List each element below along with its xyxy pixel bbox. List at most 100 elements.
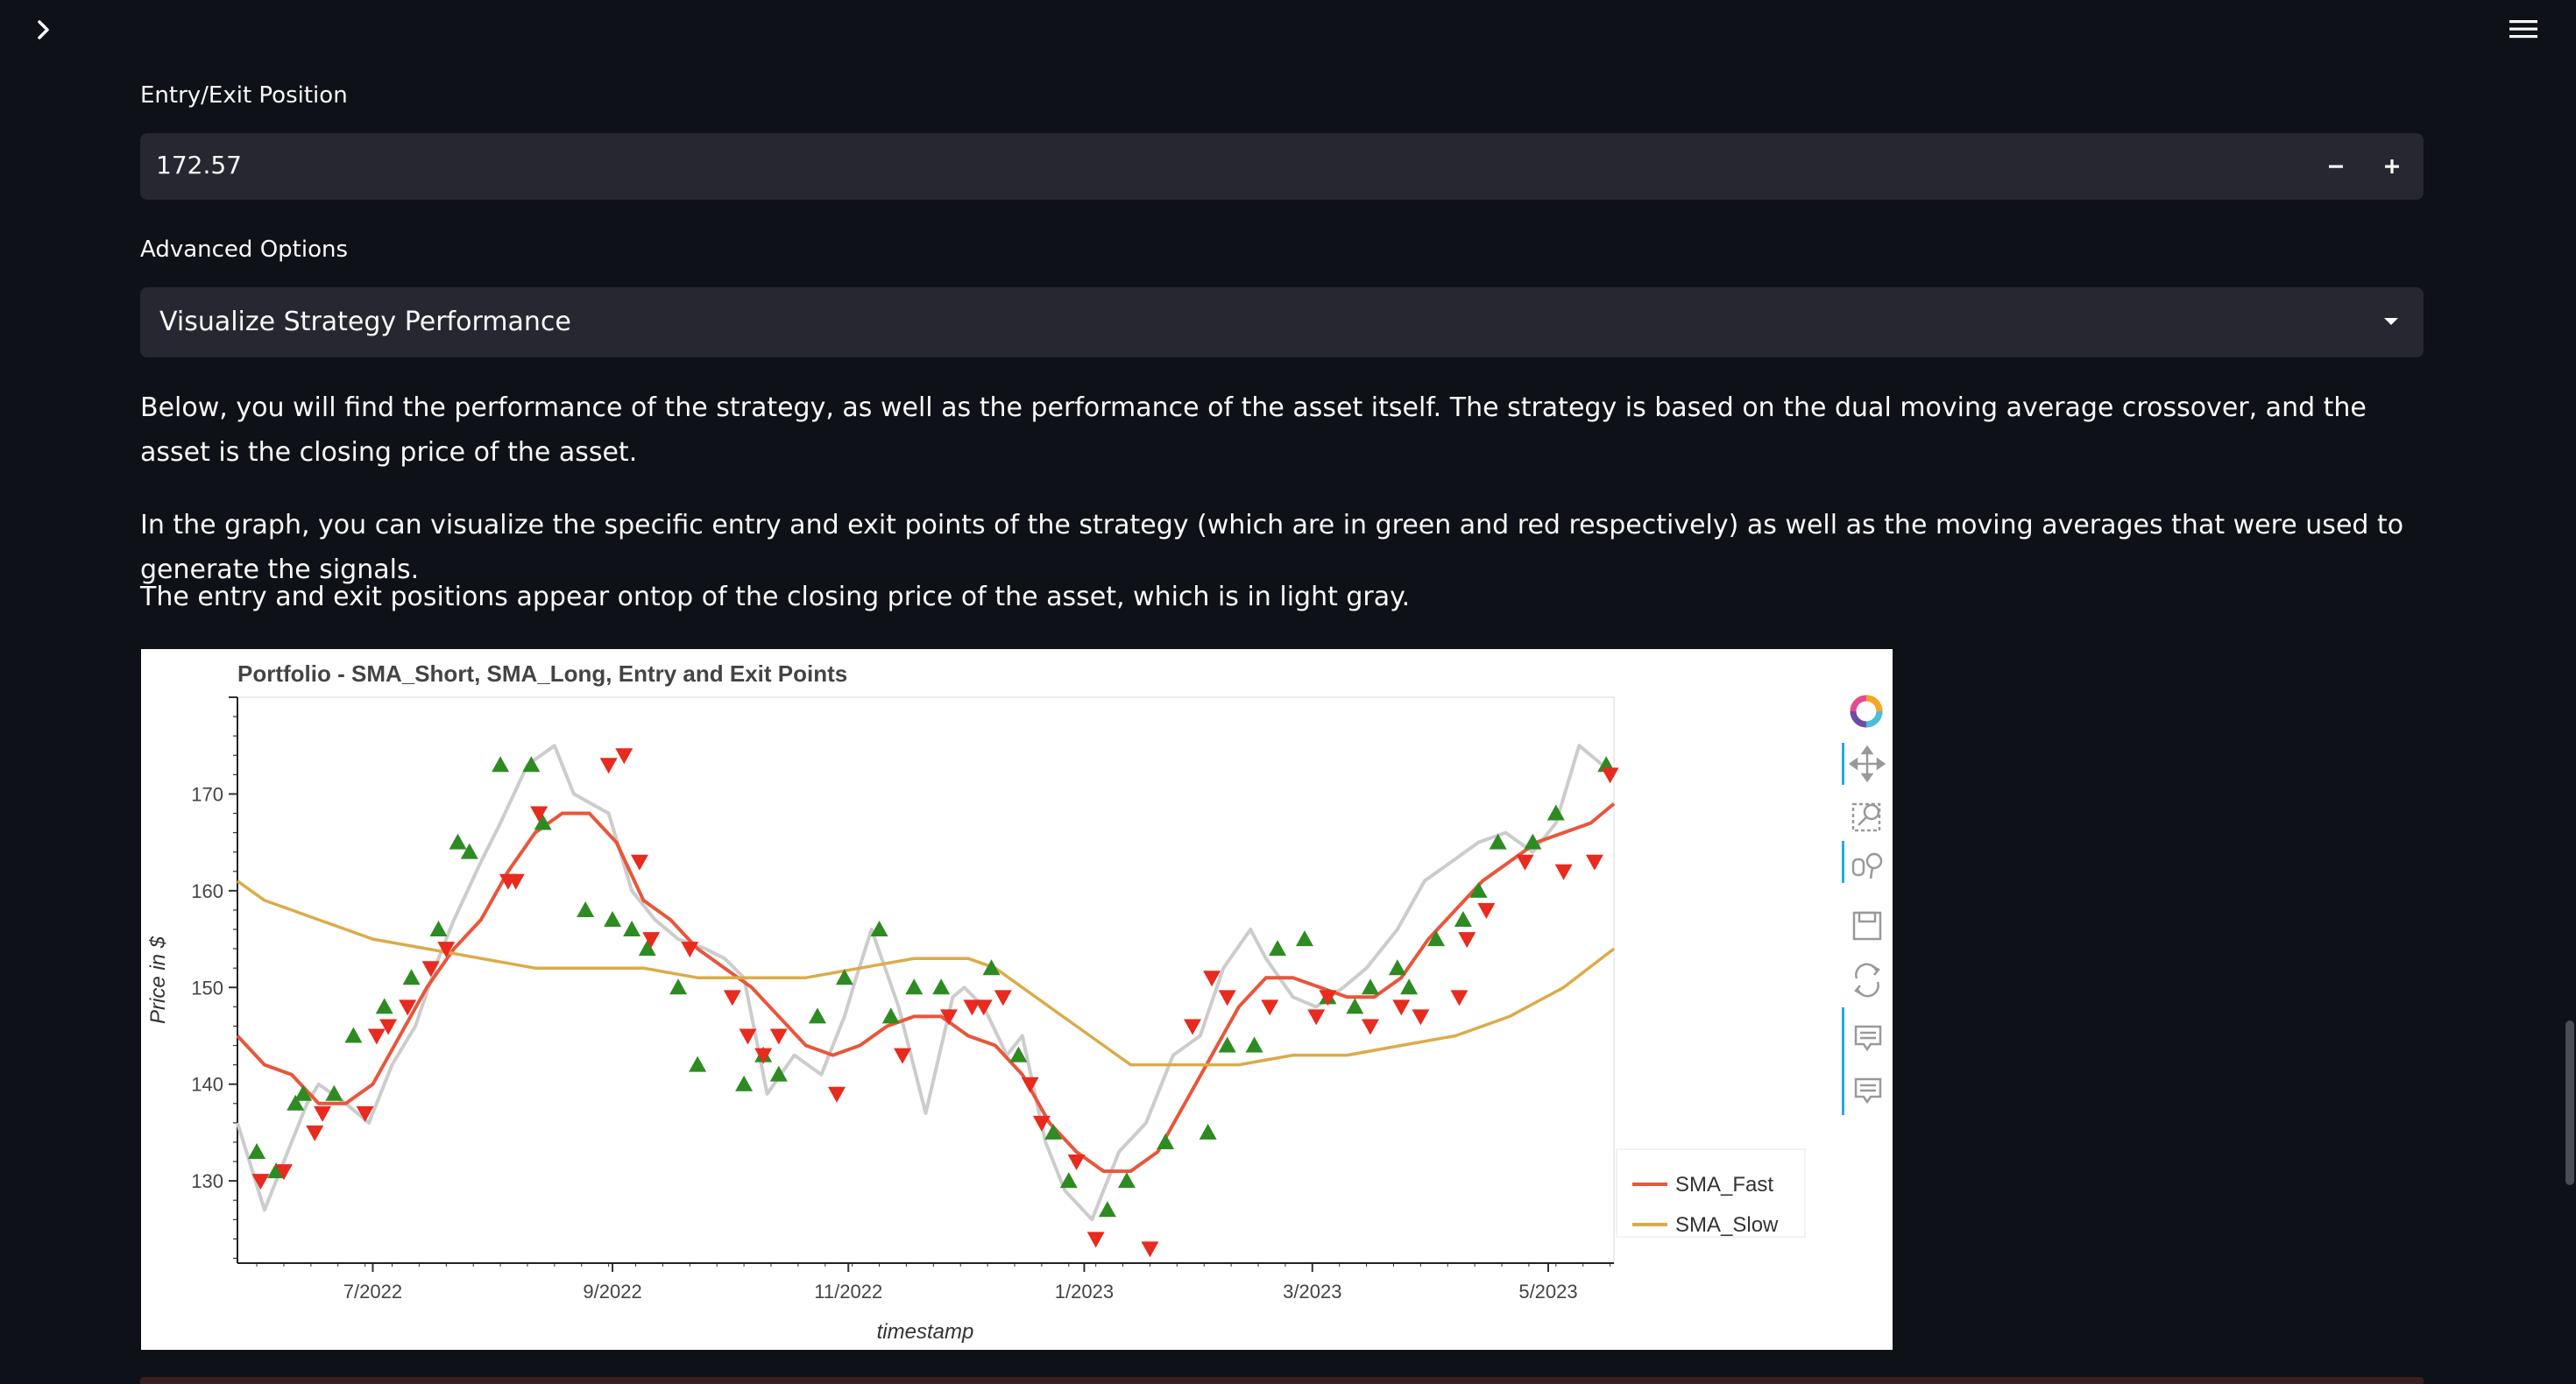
strategy-chart[interactable]: Portfolio - SMA_Short, SMA_Long, Entry a… (141, 649, 1893, 1350)
entry-marker (1098, 1201, 1116, 1218)
exit-marker (1412, 1009, 1430, 1026)
exit-marker (314, 1105, 332, 1122)
exit-marker (994, 990, 1012, 1006)
entry-marker (449, 833, 467, 850)
wheel-zoom-icon[interactable] (1851, 852, 1883, 879)
entry-marker (870, 921, 888, 937)
advanced-options-select[interactable]: Visualize Strategy Performance (140, 287, 2424, 357)
entry-exit-number-input[interactable]: 172.57 (140, 133, 2424, 200)
exit-marker (615, 748, 633, 765)
increment-button[interactable] (2364, 133, 2420, 200)
pan-icon[interactable] (1848, 745, 1886, 783)
y-tick-label: 170 (191, 783, 223, 805)
x-tick-label: 5/2023 (1518, 1281, 1577, 1303)
exit-marker (1450, 990, 1468, 1006)
entry-marker (1059, 1172, 1078, 1189)
exit-marker (599, 758, 618, 774)
exit-marker (1458, 932, 1476, 949)
chevron-down-icon (2384, 318, 2398, 325)
reset-icon[interactable] (1854, 963, 1880, 998)
exit-marker (1585, 854, 1603, 871)
entry-marker (1199, 1123, 1217, 1140)
exit-marker (1021, 1077, 1039, 1093)
exit-marker (1183, 1019, 1201, 1035)
x-tick-label: 11/2022 (814, 1281, 882, 1303)
x-tick-label: 9/2022 (583, 1281, 641, 1303)
entry-exit-value[interactable]: 172.57 (156, 151, 242, 180)
exit-marker (1067, 1155, 1086, 1171)
entry-marker (1454, 910, 1472, 927)
entry-marker (604, 910, 622, 927)
y-axis-label: Price in $ (146, 936, 170, 1024)
plot-frame (237, 696, 1615, 1264)
y-axis: 130 140 150 160 170 (191, 696, 237, 1260)
entry-marker (248, 1143, 266, 1160)
exit-marker (769, 1028, 788, 1045)
y-tick-label: 130 (191, 1170, 223, 1192)
exit-marker (306, 1125, 324, 1141)
plus-icon (2385, 159, 2399, 173)
chart-title: Portfolio - SMA_Short, SMA_Long, Entry a… (237, 660, 847, 687)
chart-toolbar (1842, 695, 1886, 1115)
exit-marker (739, 1028, 757, 1045)
y-tick-label: 140 (191, 1074, 223, 1096)
hamburger-menu-icon[interactable] (2506, 16, 2541, 42)
entry-marker (1388, 959, 1406, 976)
x-axis-label: timestamp (877, 1320, 974, 1344)
y-tick-label: 160 (191, 880, 223, 902)
entry-marker (689, 1056, 707, 1072)
box-zoom-icon[interactable] (1851, 802, 1881, 832)
next-block-edge (140, 1377, 2424, 1384)
exit-marker (1554, 864, 1573, 880)
exit-marker (974, 999, 993, 1016)
entry-marker (669, 978, 688, 995)
y-tick-label: 150 (191, 977, 223, 999)
entry-marker (1400, 978, 1419, 995)
exit-marker (828, 1086, 846, 1103)
description-paragraph-1: Below, you will find the performance of … (140, 392, 2367, 468)
legend: SMA_Fast SMA_Slow (1616, 1148, 1806, 1238)
description-paragraph-3: The entry and exit positions appear onto… (140, 582, 1411, 612)
entry-marker (1295, 930, 1313, 947)
sidebar-toggle-icon[interactable] (30, 16, 58, 44)
exit-marker (1392, 999, 1411, 1016)
exit-marker (723, 990, 741, 1006)
hover-icon[interactable] (1854, 1025, 1882, 1052)
entry-marker (492, 756, 510, 773)
entry-marker (932, 978, 951, 995)
exit-marker (1601, 767, 1619, 784)
exit-marker (1516, 854, 1534, 871)
bokeh-logo-icon[interactable] (1850, 695, 1883, 728)
entry-marker (1157, 1133, 1175, 1149)
exit-marker (1307, 1009, 1326, 1026)
x-tick-label: 3/2023 (1283, 1281, 1341, 1303)
series-close-line (236, 744, 1604, 1222)
exit-marker (1086, 1232, 1105, 1248)
hover-icon-2[interactable] (1854, 1077, 1882, 1105)
x-tick-label: 1/2023 (1055, 1281, 1114, 1303)
exit-marker (1477, 902, 1496, 919)
x-tick-label: 7/2022 (343, 1281, 402, 1303)
markers-layer (248, 748, 1619, 1258)
page-scrollbar[interactable] (2565, 1020, 2574, 1185)
entry-exit-label: Entry/Exit Position (140, 82, 348, 109)
save-icon[interactable] (1852, 911, 1882, 941)
entry-marker (808, 1007, 826, 1024)
exit-marker (1361, 1019, 1379, 1035)
hover-active-indicator (1842, 1007, 1844, 1115)
entry-marker (1346, 998, 1364, 1014)
legend-fast-label: SMA_Fast (1675, 1173, 1773, 1197)
decrement-button[interactable] (2308, 133, 2364, 200)
entry-marker (1245, 1036, 1263, 1053)
x-axis: 7/2022 9/2022 11/2022 1/2023 3/2023 5/2023 (256, 1263, 1611, 1303)
exit-marker (1261, 999, 1279, 1016)
entry-marker (1361, 978, 1379, 995)
exit-marker (1032, 1115, 1051, 1132)
exit-marker (894, 1048, 912, 1064)
advanced-options-value: Visualize Strategy Performance (159, 307, 571, 337)
exit-marker (367, 1028, 386, 1045)
entry-marker (344, 1027, 363, 1043)
exit-marker (630, 854, 648, 871)
entry-marker (905, 978, 924, 995)
entry-marker (1117, 1172, 1136, 1189)
